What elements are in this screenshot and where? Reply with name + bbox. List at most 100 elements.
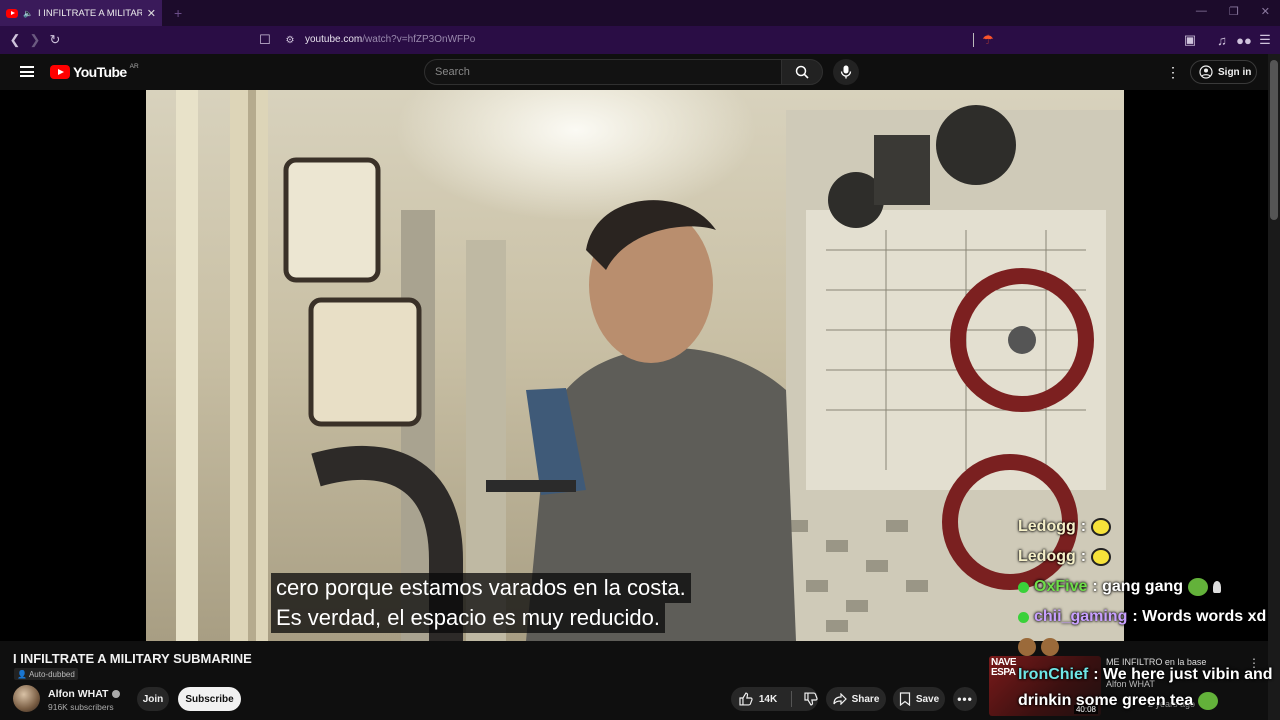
subscribe-button[interactable]: Subscribe xyxy=(178,687,241,711)
chat-username: IronChief xyxy=(1018,666,1089,683)
back-icon[interactable]: ❮ xyxy=(5,30,25,50)
bear-emote-icon xyxy=(1041,638,1059,656)
verified-badge-icon xyxy=(1018,581,1029,593)
subtitle-line-2: Es verdad, el espacio es muy reducido. xyxy=(271,603,665,633)
minimize-icon[interactable]: — xyxy=(1196,5,1207,18)
share-icon xyxy=(832,693,847,705)
page-scrollbar-thumb[interactable] xyxy=(1270,60,1278,220)
browser-menu-icon[interactable]: ☰ xyxy=(1255,30,1275,50)
site-settings-icon[interactable]: ⚙ xyxy=(280,30,300,50)
url-path: /watch?v=hfZP3OnWFPo xyxy=(362,34,476,45)
like-count[interactable]: 14K xyxy=(759,694,777,705)
sign-in-label: Sign in xyxy=(1218,66,1252,78)
chat-message: OxFive : gang gang xyxy=(1018,572,1280,602)
frog-emote-icon xyxy=(1188,578,1209,596)
save-playlist-icon xyxy=(899,692,910,706)
thumb-text-line-2: ESPA xyxy=(991,667,1016,678)
chat-emote-row xyxy=(1018,632,1280,662)
save-label: Save xyxy=(915,693,940,705)
bookmark-icon[interactable]: ☐ xyxy=(255,30,275,50)
url-field[interactable]: youtube.com/watch?v=hfZP3OnWFPo xyxy=(305,34,475,45)
music-icon[interactable]: ♫ xyxy=(1212,30,1232,50)
sign-in-button[interactable]: Sign in xyxy=(1190,60,1257,84)
window-controls: — ❐ ✕ xyxy=(1196,5,1270,18)
chat-text: drinkin some green tea xyxy=(1018,692,1194,709)
dub-person-icon: 👤 xyxy=(17,669,27,679)
chat-username: Ledogg xyxy=(1018,518,1076,535)
endscreen-thumb-text: NAVE ESPA xyxy=(991,658,1017,678)
address-bar-row: ❮ ❯ ↻ ☐ ⚙ youtube.com/watch?v=hfZP3OnWFP… xyxy=(0,26,1280,54)
verified-badge-icon xyxy=(1018,611,1029,623)
reload-icon[interactable]: ↻ xyxy=(45,30,65,50)
more-actions-button[interactable]: ••• xyxy=(953,687,977,711)
browser-tab-active[interactable]: 🔈 I INFILTRATE A MILITARY SUB ✕ xyxy=(0,0,162,26)
thumbs-up-icon[interactable] xyxy=(739,692,753,706)
chat-message: Ledogg : xyxy=(1018,512,1280,542)
chat-message-continued: drinkin some green tea xyxy=(1018,688,1280,714)
search-input[interactable]: Search xyxy=(424,59,782,85)
channel-avatar[interactable] xyxy=(13,685,40,712)
chat-text: : xyxy=(1080,518,1087,535)
video-scene-illustration xyxy=(176,90,1124,641)
stream-chat-overlay: Ledogg : Ledogg : OxFive : gang gang chi… xyxy=(1018,512,1280,714)
forward-icon[interactable]: ❯ xyxy=(25,30,45,50)
tab-title: I INFILTRATE A MILITARY SUB xyxy=(37,7,142,19)
chat-text: : We here just vibin and xyxy=(1093,666,1273,683)
chat-text: : xyxy=(1080,548,1087,565)
video-title: I INFILTRATE A MILITARY SUBMARINE xyxy=(13,651,252,666)
video-subtitles: cero porque estamos varados en la costa.… xyxy=(271,573,691,633)
like-dislike-group: 14K xyxy=(731,687,818,711)
close-window-icon[interactable]: ✕ xyxy=(1261,5,1270,18)
url-host: youtube.com xyxy=(305,34,363,45)
browser-tab-strip: 🔈 I INFILTRATE A MILITARY SUB ✕ + — ❐ ✕ xyxy=(0,0,1280,26)
guide-menu-icon[interactable] xyxy=(20,66,34,77)
new-tab-icon[interactable]: + xyxy=(174,5,182,21)
duck-emote-icon xyxy=(1091,518,1112,536)
chat-text: : Words words xd xyxy=(1132,608,1267,625)
sidebar-icon[interactable]: ▣ xyxy=(1180,30,1200,50)
search-icon xyxy=(795,65,809,79)
youtube-favicon-icon xyxy=(6,8,18,18)
like-divider xyxy=(791,691,793,707)
microphone-icon xyxy=(840,65,852,79)
join-button[interactable]: Join xyxy=(137,687,169,711)
frog-emote-icon xyxy=(1198,692,1219,710)
account-icon xyxy=(1199,65,1213,79)
youtube-play-logo-icon xyxy=(50,65,70,79)
channel-name-text: Alfon WHAT xyxy=(48,688,109,700)
bear-emote-icon xyxy=(1018,638,1036,656)
chat-message: IronChief : We here just vibin and xyxy=(1018,662,1280,688)
country-code: AR xyxy=(129,62,139,70)
save-button[interactable]: Save xyxy=(893,687,945,711)
share-button[interactable]: Share xyxy=(826,687,886,711)
chat-username: OxFive xyxy=(1034,578,1088,595)
settings-menu-icon[interactable]: ⋮ xyxy=(1166,64,1180,81)
auto-dubbed-badge: 👤 Auto-dubbed xyxy=(14,668,78,680)
search-button[interactable] xyxy=(781,59,823,85)
feather-emote-icon xyxy=(1213,581,1222,593)
channel-name[interactable]: Alfon WHAT xyxy=(48,688,121,700)
close-tab-icon[interactable]: ✕ xyxy=(147,7,156,20)
share-label: Share xyxy=(851,693,880,705)
verified-check-icon xyxy=(112,690,121,698)
duck-emote-icon xyxy=(1091,548,1112,566)
thumbs-down-icon[interactable] xyxy=(804,692,818,706)
logo-wordmark: YouTube xyxy=(73,64,127,80)
chat-message: chii_gaming : Words words xd xyxy=(1018,602,1280,632)
brave-shields-icon[interactable]: ☂ xyxy=(978,30,998,50)
chat-message: Ledogg : xyxy=(1018,542,1280,572)
private-glasses-icon[interactable]: ●● xyxy=(1234,30,1254,50)
chat-text: : gang gang xyxy=(1092,578,1184,595)
restore-icon[interactable]: ❐ xyxy=(1229,5,1239,18)
subtitle-line-1: cero porque estamos varados en la costa. xyxy=(271,573,691,603)
url-divider xyxy=(973,33,974,47)
speaker-icon[interactable]: 🔈 xyxy=(23,9,33,18)
chat-username: Ledogg xyxy=(1018,548,1076,565)
youtube-header: YouTube AR Search ⋮ Sign in xyxy=(0,54,1280,90)
more-horizontal-icon: ••• xyxy=(957,692,973,706)
youtube-logo[interactable]: YouTube AR xyxy=(50,62,139,80)
voice-search-button[interactable] xyxy=(833,59,859,85)
video-frame[interactable] xyxy=(146,90,1124,641)
chat-username: chii_gaming xyxy=(1034,608,1128,625)
subscriber-count: 916K subscribers xyxy=(48,702,114,712)
